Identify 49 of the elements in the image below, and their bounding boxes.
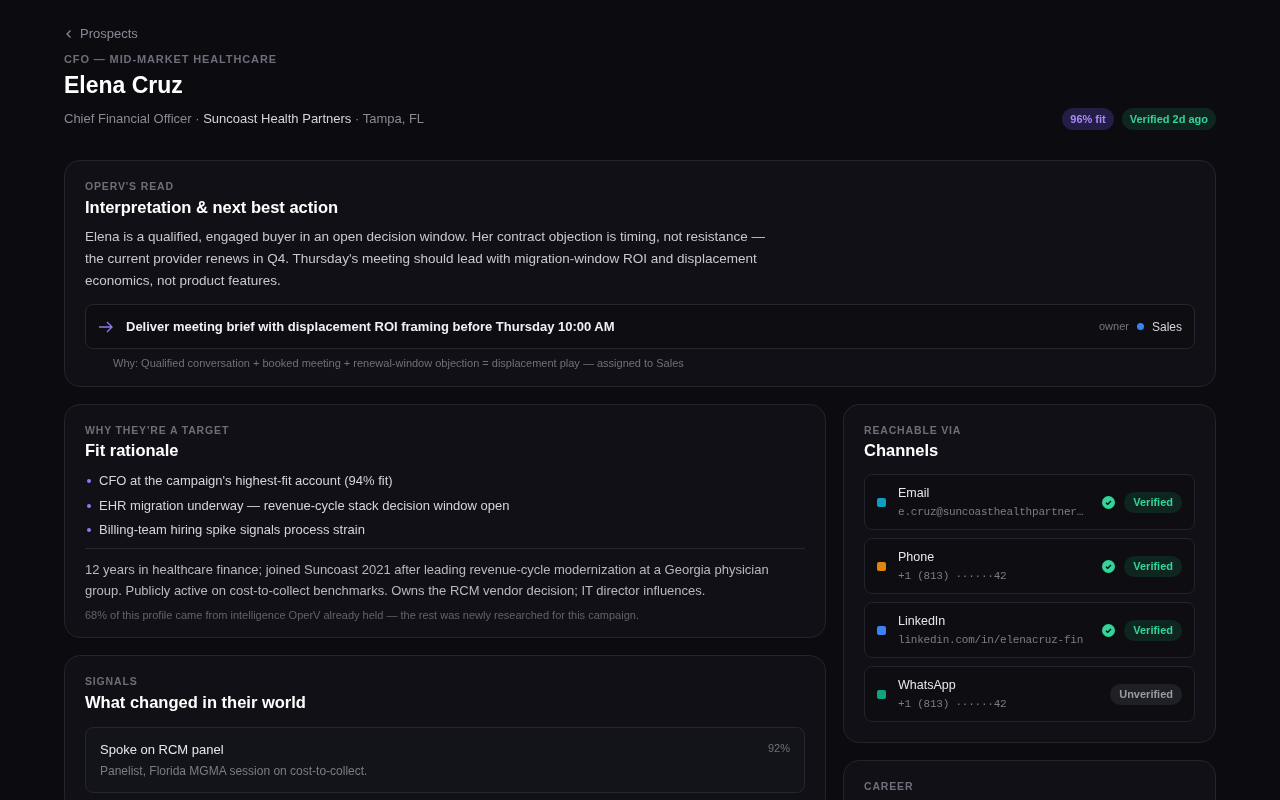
eyebrow-label: CFO — MID-MARKET HEALTHCARE xyxy=(64,51,278,67)
bullet-icon xyxy=(87,479,91,483)
channel-value: +1 (813) ······42 xyxy=(898,696,1008,712)
card-title: Fit rationale xyxy=(85,440,180,462)
card-title: Interpretation & next best action xyxy=(85,197,340,218)
bullet-icon xyxy=(87,503,91,508)
status-badge: Verified xyxy=(1124,556,1182,577)
action-text: Deliver meeting brief with displacement ROI framing before Thursday 10:00 AM xyxy=(126,317,615,336)
channel-name: Phone xyxy=(898,549,936,567)
status-badge: Verified 2d ago xyxy=(1121,107,1216,131)
channel-name: LinkedIn xyxy=(898,613,947,631)
body-text: Elena is a qualified, engaged buyer in an open decision window. Her contract objection is timing, not resistance — the current provider renews in Q4. Thursday's meeting should lead with migration-window ROI and displacement economics, not product features. xyxy=(85,228,766,290)
back-link[interactable]: Prospects xyxy=(64,24,138,44)
signal-detail: Panelist, Florida MGMA session on cost-to-collect. xyxy=(100,762,369,780)
fit-badge: 96% fit xyxy=(1062,107,1114,131)
bullet-text: CFO at the campaign's highest-fit account (94% fit) xyxy=(99,472,393,491)
person-name: Elena Cruz xyxy=(64,71,184,100)
owner-name: Sales xyxy=(1151,318,1182,336)
channel-item[interactable]: LinkedIn linkedin.com/in/elenacruz-fin Verified xyxy=(864,602,1195,659)
channel-value: linkedin.com/in/elenacruz-fin xyxy=(898,632,1085,648)
subtitle-text: Chief Financial Officer · Suncoast Health Partners · Tampa, FL xyxy=(64,110,425,129)
eyebrow-label: OPERV'S READ xyxy=(85,179,175,195)
bullet-text: EHR migration underway — revenue-cycle stack decision window open xyxy=(99,496,510,515)
channel-value: +1 (813) ······42 xyxy=(898,568,1008,584)
bullet-text: Billing-team hiring spike signals process strain xyxy=(99,521,365,540)
card-title: Channels xyxy=(864,440,940,462)
channel-item[interactable]: Email e.cruz@suncoasthealthpartner… Verified xyxy=(864,474,1195,531)
status-badge: Unverified xyxy=(1110,684,1182,705)
channel-name: Email xyxy=(898,485,931,503)
eyebrow-label: CAREER xyxy=(864,779,915,795)
status-badge: Verified xyxy=(1124,492,1182,513)
owner-label: owner xyxy=(1099,319,1129,335)
channel-value: e.cruz@suncoasthealthpartner… xyxy=(898,504,1085,520)
signal-score: 92% xyxy=(767,741,790,756)
summary-text: 12 years in healthcare finance; joined Suncoast 2021 after leading revenue-cycle modernization at a Georgia physician group. Publicly active on cost-to-collect benchmarks. Owns the RCM vendor decision; IT director influences. xyxy=(85,560,770,600)
card-title: What changed in their world xyxy=(85,692,307,713)
footnote-text: 68% of this profile came from intelligence OperV already held — the rest was newly researched for this campaign. xyxy=(85,607,640,623)
eyebrow-label: WHY THEY'RE A TARGET xyxy=(85,422,231,438)
channel-name: WhatsApp xyxy=(898,677,957,695)
arrow-right-icon xyxy=(98,320,114,333)
channel-item[interactable]: Phone +1 (813) ······42 Verified xyxy=(864,538,1195,595)
why-text: Why: Qualified conversation + booked meeting + renewal-window objection = displacement play — assigned to Sales xyxy=(112,356,685,371)
eyebrow-label: SIGNALS xyxy=(85,674,139,690)
channel-item[interactable]: WhatsApp +1 (813) ······42 Unverified xyxy=(864,666,1195,723)
eyebrow-label: REACHABLE VIA xyxy=(864,422,963,438)
signal-title: Spoke on RCM panel xyxy=(100,741,224,759)
bullet-icon xyxy=(87,528,91,532)
status-badge: Verified xyxy=(1124,620,1182,641)
chevron-left-icon xyxy=(64,28,74,39)
